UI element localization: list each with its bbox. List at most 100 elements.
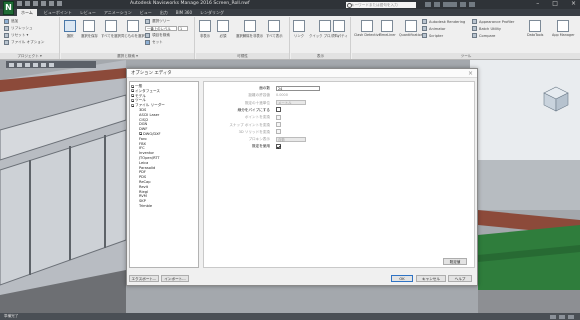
- save-selection-button[interactable]: 選択を保存: [81, 20, 98, 38]
- dialog-close-button[interactable]: ×: [468, 69, 473, 78]
- autodesk-rendering-button[interactable]: Autodesk Rendering: [422, 19, 465, 24]
- exchange-icon[interactable]: [460, 1, 466, 7]
- select-icon[interactable]: [57, 1, 62, 6]
- select-button[interactable]: 選択: [64, 20, 76, 38]
- hide-unselected-icon: [243, 20, 256, 32]
- look-icon[interactable]: [41, 62, 46, 67]
- app-manager-button[interactable]: App Manager: [552, 20, 575, 37]
- expand-icon[interactable]: [139, 132, 142, 136]
- compare-icon: [472, 33, 477, 38]
- ribbon-tabs: ホーム ビューポイント レビュー アニメーション ビュー 出力 BIM 360 レンダリング: [0, 9, 580, 16]
- orbit-icon[interactable]: [33, 62, 38, 67]
- undo-icon[interactable]: [41, 1, 46, 6]
- export-button[interactable]: エクスポート...: [129, 275, 159, 282]
- minimize-button[interactable]: –: [536, 0, 539, 8]
- refresh-button[interactable]: リフレッシュ: [4, 26, 33, 31]
- close-button[interactable]: ×: [571, 0, 576, 8]
- tab-4[interactable]: ビュー: [139, 9, 153, 16]
- ok-button[interactable]: OK: [391, 275, 413, 282]
- tab-1[interactable]: ビューポイント: [43, 9, 73, 16]
- sign-in-button[interactable]: [443, 1, 457, 7]
- tree-node-label: DWF: [139, 127, 148, 132]
- setting-row: 既定の十進単位 メートル: [204, 100, 474, 106]
- new-file-icon[interactable]: [17, 1, 22, 6]
- batch-utility-button[interactable]: Batch Utility: [472, 26, 501, 31]
- select-all-button[interactable]: すべてを選択: [101, 20, 121, 38]
- setting-label: 面の数: [259, 86, 270, 90]
- tab-5[interactable]: 出力: [159, 9, 169, 16]
- setting-checkbox[interactable]: [276, 143, 281, 149]
- tree-node[interactable]: Trimble: [131, 204, 197, 209]
- help-icon[interactable]: [469, 1, 475, 7]
- tree-node-label: Revit: [139, 184, 149, 189]
- animator-button[interactable]: Animator: [422, 26, 446, 31]
- setting-row: 3D ソリッドを変換: [204, 129, 474, 135]
- timeliner-icon: [381, 20, 394, 32]
- sheet-browser-icon[interactable]: [568, 314, 574, 319]
- options-editor-dialog: オプション エディタ × 一般 インタフェース モデル ツール ファイル リーダー 3DS…: [126, 68, 478, 286]
- import-button[interactable]: インポート...: [161, 275, 189, 282]
- tab-2[interactable]: レビュー: [79, 9, 97, 16]
- maximize-button[interactable]: □: [552, 0, 558, 8]
- selection-tree-button[interactable]: 選択ツリー: [145, 19, 170, 24]
- expand-icon[interactable]: [131, 103, 134, 107]
- datatools-button[interactable]: DataTools: [527, 20, 543, 37]
- binoculars-icon[interactable]: [425, 1, 431, 7]
- expand-icon[interactable]: [131, 84, 134, 88]
- unhide-all-button[interactable]: すべて表示: [266, 20, 283, 38]
- tab-7[interactable]: レンダリング: [199, 9, 225, 16]
- reset-button[interactable]: リセット ▾: [4, 33, 28, 38]
- help-button[interactable]: ヘルプ: [448, 275, 472, 282]
- navigation-toolbar: [6, 61, 96, 68]
- a360-icon[interactable]: [434, 1, 440, 7]
- viewcube-icon[interactable]: [541, 84, 571, 114]
- expand-icon[interactable]: [131, 98, 134, 102]
- hide-button[interactable]: 非表示: [199, 20, 211, 38]
- pan-icon[interactable]: [17, 62, 22, 67]
- quantification-button[interactable]: Quantification: [399, 20, 423, 37]
- expand-icon[interactable]: [131, 89, 134, 93]
- cancel-button[interactable]: キャンセル: [416, 275, 446, 282]
- tab-0[interactable]: ホーム: [17, 9, 37, 16]
- dialog-title: オプション エディタ: [127, 69, 477, 78]
- require-button[interactable]: 必須: [217, 20, 229, 38]
- save-icon[interactable]: [33, 1, 38, 6]
- setting-label: 既定の十進単位: [244, 100, 270, 105]
- ribbon-group-select: 選択 選択を保存 すべてを選択 同じものを選択 選択ツリー 一番上のレベル 1 …: [61, 17, 195, 59]
- zoom-icon[interactable]: [25, 62, 30, 67]
- compare-button[interactable]: Compare: [472, 33, 495, 38]
- appearance-profiler-button[interactable]: Appearance Profiler: [472, 19, 514, 24]
- defaults-button[interactable]: 既定値: [443, 258, 467, 265]
- floor-right: [478, 290, 580, 313]
- tree-node-label: PDS: [139, 175, 147, 180]
- find-items-button[interactable]: 項目を検索: [145, 33, 170, 38]
- setting-checkbox[interactable]: [276, 107, 281, 113]
- steering-wheel-icon[interactable]: [9, 62, 14, 67]
- tree-node-label: ツール: [135, 98, 146, 103]
- redo-icon[interactable]: [49, 1, 54, 6]
- append-button[interactable]: 追加: [4, 19, 18, 24]
- hide-unselected-button[interactable]: 選択解除を非表示: [236, 20, 263, 38]
- sets-button[interactable]: セット: [145, 40, 163, 45]
- walk-icon[interactable]: [49, 62, 54, 67]
- setting-label: 3D ソリッドを変換: [238, 129, 270, 134]
- timeliner-button[interactable]: TimeLiner: [379, 20, 396, 37]
- links-button[interactable]: リンク: [293, 20, 305, 38]
- facets-input[interactable]: 24: [276, 85, 320, 91]
- expand-icon[interactable]: [131, 94, 134, 98]
- select-same-button[interactable]: 同じものを選択: [121, 20, 145, 38]
- properties-button[interactable]: プロパティ: [331, 20, 348, 38]
- setting-label: ポイントを変換: [244, 115, 270, 120]
- search-input[interactable]: キーワードまたは語句を入力: [346, 1, 416, 8]
- file-options-button[interactable]: ファイル オプション: [4, 40, 45, 45]
- tab-6[interactable]: BIM 360: [175, 9, 193, 16]
- tab-3[interactable]: アニメーション: [103, 9, 133, 16]
- selection-mode-dropdown[interactable]: 一番上のレベル: [145, 26, 177, 31]
- application-menu-button[interactable]: N: [3, 1, 14, 15]
- clash-detective-button[interactable]: Clash Detective: [354, 20, 381, 37]
- tree-node-label: Inventor: [139, 151, 155, 156]
- scripter-button[interactable]: Scripter: [422, 33, 443, 38]
- open-file-icon[interactable]: [25, 1, 30, 6]
- value-field[interactable]: 1: [178, 26, 188, 31]
- status-bar: 準備完了: [0, 313, 580, 320]
